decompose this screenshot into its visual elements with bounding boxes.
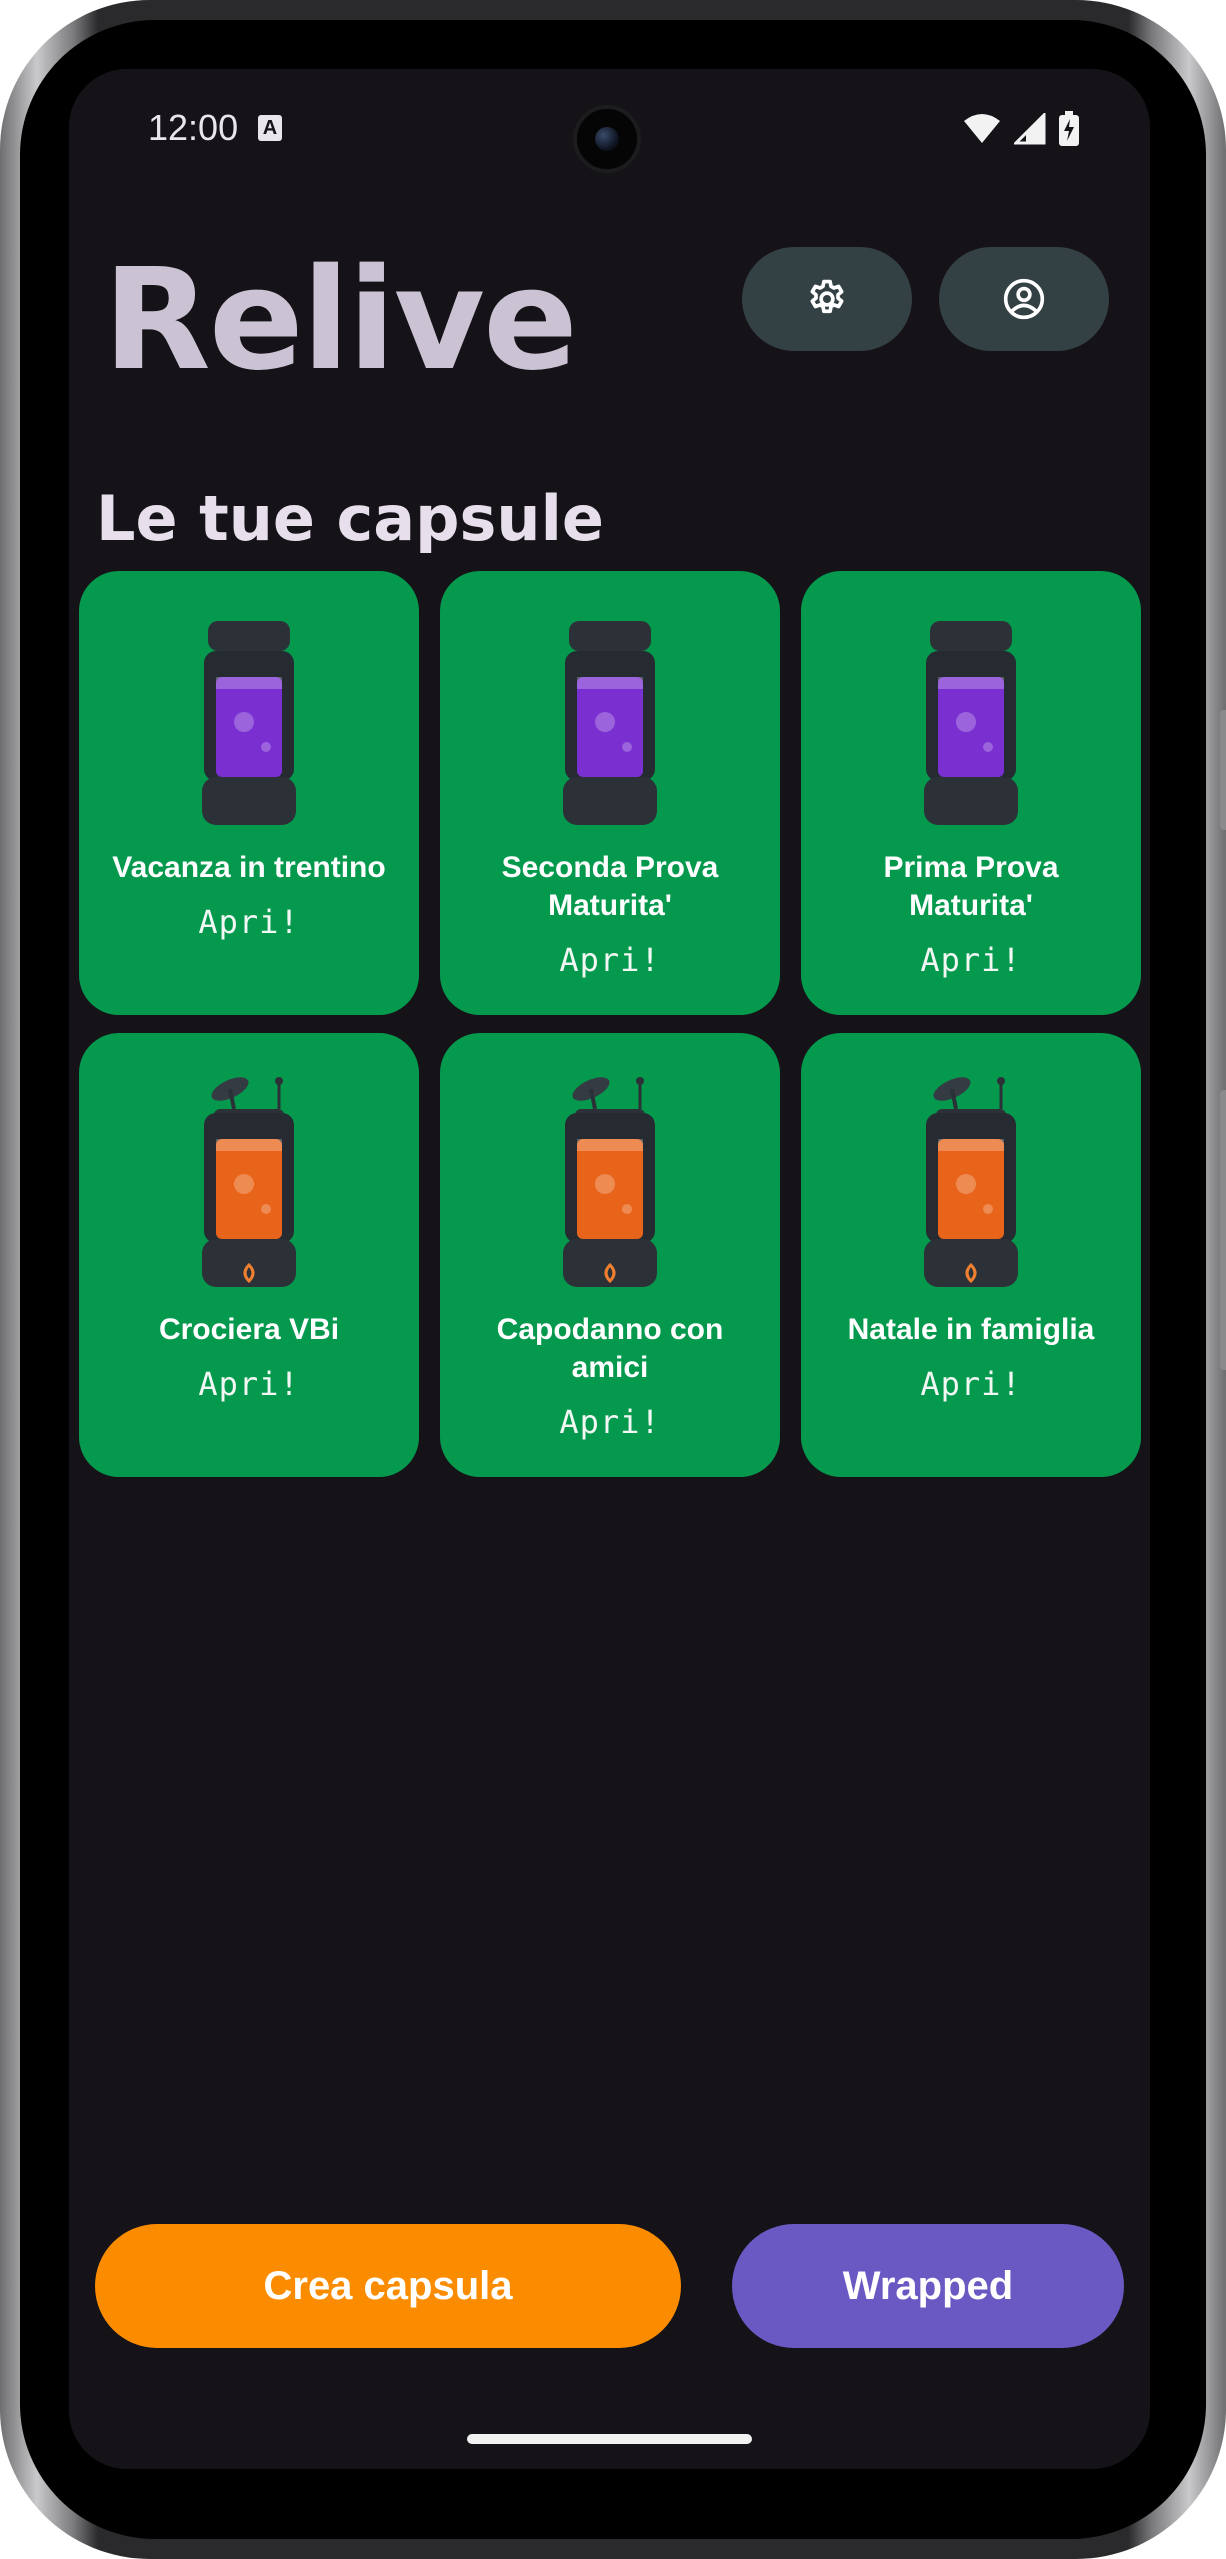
wifi-icon bbox=[964, 114, 1000, 143]
open-capsule-label[interactable]: Apri! bbox=[559, 1403, 660, 1441]
capsule-card[interactable]: Capodanno con amici Apri! bbox=[440, 1033, 780, 1477]
status-time: 12:00 bbox=[148, 107, 239, 148]
open-capsule-icon bbox=[916, 1069, 1026, 1291]
open-capsule-icon bbox=[194, 1069, 304, 1291]
front-camera bbox=[573, 105, 641, 173]
capsule-card[interactable]: Natale in famiglia Apri! bbox=[801, 1033, 1141, 1477]
open-capsule-label[interactable]: Apri! bbox=[559, 941, 660, 979]
section-title: Le tue capsule bbox=[96, 482, 604, 555]
device-frame: 12:00 A Relive Le tue capsule Vacanza in… bbox=[0, 0, 1226, 2559]
screen: 12:00 A Relive Le tue capsule Vacanza in… bbox=[69, 69, 1150, 2469]
open-capsule-label[interactable]: Apri! bbox=[920, 941, 1021, 979]
wrapped-button[interactable]: Wrapped bbox=[732, 2224, 1124, 2348]
profile-button[interactable] bbox=[939, 247, 1109, 351]
battery-charging-icon bbox=[1059, 111, 1079, 146]
capsule-card[interactable]: Crociera VBi Apri! bbox=[79, 1033, 419, 1477]
closed-capsule-icon bbox=[916, 607, 1026, 829]
status-icons bbox=[962, 111, 1080, 147]
open-capsule-label[interactable]: Apri! bbox=[920, 1365, 1021, 1403]
capsule-name: Crociera VBi bbox=[158, 1313, 340, 1346]
capsule-name: Natale in famiglia bbox=[847, 1313, 1095, 1346]
status-bar: 12:00 A bbox=[69, 69, 1150, 189]
home-indicator[interactable] bbox=[467, 2434, 752, 2444]
volume-button bbox=[1220, 710, 1226, 830]
closed-capsule-icon bbox=[194, 607, 304, 829]
capsule-card[interactable]: Vacanza in trentino Apri! bbox=[79, 571, 419, 1015]
capsule-name: Prima Prova Maturita' bbox=[883, 851, 1059, 922]
closed-capsule-icon bbox=[555, 607, 665, 829]
account-circle-icon bbox=[1003, 278, 1045, 320]
open-capsule-icon bbox=[555, 1069, 665, 1291]
capsule-card[interactable]: Prima Prova Maturita' Apri! bbox=[801, 571, 1141, 1015]
app-title: Relive bbox=[103, 239, 578, 402]
power-button bbox=[1220, 1090, 1226, 1370]
signal-icon bbox=[1014, 113, 1046, 145]
settings-button[interactable] bbox=[742, 247, 912, 351]
capsule-name: Capodanno con amici bbox=[496, 1313, 724, 1384]
capsule-name: Vacanza in trentino bbox=[112, 851, 386, 884]
create-capsule-button[interactable]: Crea capsula bbox=[95, 2224, 681, 2348]
capsule-grid: Vacanza in trentino Apri! Seconda Prova Ma… bbox=[79, 571, 1141, 1477]
notification-icon: A bbox=[258, 115, 282, 141]
capsule-card[interactable]: Seconda Prova Maturita' Apri! bbox=[440, 571, 780, 1015]
capsule-name: Seconda Prova Maturita' bbox=[501, 851, 719, 922]
open-capsule-label[interactable]: Apri! bbox=[198, 1365, 299, 1403]
open-capsule-label[interactable]: Apri! bbox=[198, 903, 299, 941]
gear-icon bbox=[810, 279, 844, 314]
